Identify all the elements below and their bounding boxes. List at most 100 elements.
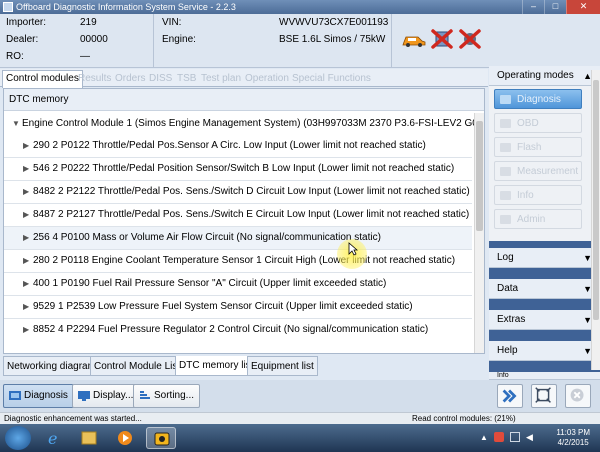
mode-label: Diagnosis [517,94,561,105]
display-button[interactable]: Display... [72,384,140,408]
mode-label: Admin [517,214,546,225]
dtc-text: 280 2 P0118 Engine Coolant Temperature S… [33,255,456,266]
mode-flash[interactable]: Flash [494,137,582,157]
tray-arrow-icon[interactable]: ▲ [480,433,488,442]
mode-label: Measurement [517,166,579,177]
file-explorer-icon[interactable] [74,427,104,449]
dtc-row[interactable]: ▶ 400 1 P0190 Fuel Rail Pressure Sensor "… [4,273,472,296]
dtc-row[interactable]: ▶ 256 4 P0100 Mass or Volume Air Flow Cir… [4,227,472,250]
minimize-button[interactable]: – [522,0,544,14]
dtc-text: 9529 1 P2539 Low Pressure Fuel System Se… [33,301,413,312]
forward-button[interactable] [497,384,523,408]
close-button[interactable]: ✕ [566,0,600,14]
operating-modes-header[interactable]: Operating modes ▲ [489,66,600,86]
expand-triangle-icon[interactable]: ▶ [23,135,33,157]
tab-tsb[interactable]: TSB [174,71,199,87]
diagnosis-mode-icon [500,95,511,104]
flash-icon [500,143,511,152]
tab-orders[interactable]: Orders [112,71,149,87]
fit-view-icon [535,387,551,403]
media-player-icon[interactable] [110,427,140,449]
dtc-row[interactable]: ▶ 8487 2 P2127 Throttle/Pedal Pos. Sens./… [4,204,472,227]
sorting-button[interactable]: Sorting... [133,384,201,408]
dealer-info-block: Importer: 219 Dealer: 00000 RO: — [0,14,154,68]
importer-label: Importer: [6,17,47,28]
tab-special-functions[interactable]: Special Functions [289,71,374,87]
dtc-row[interactable]: ▶ 9529 1 P2539 Low Pressure Fuel System S… [4,296,472,319]
info-section[interactable]: Info [489,372,600,380]
mode-label: OBD [517,118,539,129]
right-panel-scrollbar[interactable] [591,70,600,370]
diagnosis-button[interactable]: Diagnosis [3,384,74,408]
expand-triangle-icon[interactable]: ▶ [23,227,33,249]
diagnosis-label: Diagnosis [24,390,68,401]
status-progress-text: Read control modules: (21%) [412,414,516,423]
extras-section[interactable]: Extras ▼ [489,310,600,330]
expand-triangle-icon[interactable]: ▶ [23,250,33,272]
tab-diss[interactable]: DISS [146,71,175,87]
status-bar: Diagnostic enhancement was started... Re… [0,412,600,424]
expand-triangle-icon[interactable]: ▶ [23,158,33,180]
tab-networking-diagram[interactable]: Networking diagram [3,356,100,376]
scrollbar-thumb[interactable] [476,121,483,231]
expand-triangle-icon[interactable]: ▶ [23,273,33,295]
car-icon [402,36,426,47]
data-section[interactable]: Data ▼ [489,279,600,299]
importer-value: 219 [80,17,97,28]
module-row[interactable]: ▼ Engine Control Module 1 (Simos Engine M… [4,113,474,135]
dtc-scrollbar[interactable] [474,113,484,353]
tab-test-plan[interactable]: Test plan [198,71,244,87]
display-icon [78,391,90,401]
help-section[interactable]: Help ▼ [489,341,600,361]
main-tabs: Control modules Results Orders DISS TSB … [0,69,488,88]
log-section[interactable]: Log ▼ [489,248,600,268]
tab-control-module-list[interactable]: Control Module List [90,356,185,376]
dtc-row[interactable]: ▶ 8852 4 P2294 Fuel Pressure Regulator 2 … [4,319,472,342]
mode-label: Info [517,190,534,201]
mode-admin[interactable]: Admin [494,209,582,229]
info-icon [500,191,511,200]
scrollbar-thumb[interactable] [593,80,599,320]
admin-icon [500,215,511,224]
window-title: Offboard Diagnostic Information System S… [16,2,236,12]
odis-app-icon[interactable] [146,427,176,449]
internet-explorer-icon[interactable]: e [38,427,68,449]
clock-time: 11:03 PM [556,428,590,437]
mode-diagnosis[interactable]: Diagnosis [494,89,582,109]
tray-app-icon[interactable] [494,432,504,442]
mode-obd[interactable]: OBD [494,113,582,133]
dtc-row[interactable]: ▶ 280 2 P0118 Engine Coolant Temperature … [4,250,472,273]
tab-dtc-memory-list[interactable]: DTC memory list [175,356,258,376]
clock[interactable]: 11:03 PM 4/2/2015 [556,428,590,448]
volume-icon[interactable]: ◀ [526,432,533,443]
mode-info[interactable]: Info [494,185,582,205]
start-button[interactable] [5,426,31,450]
expand-triangle-icon[interactable]: ▶ [23,319,33,341]
section-label: Log [497,252,514,263]
network-icon[interactable] [510,432,520,442]
dtc-row[interactable]: ▶ 8482 2 P2122 Throttle/Pedal Pos. Sens./… [4,181,472,204]
engine-label: Engine: [162,34,196,45]
section-label: Help [497,345,518,356]
fit-view-button[interactable] [531,384,557,408]
expand-triangle-icon[interactable]: ▶ [23,204,33,226]
operating-modes-list: Diagnosis OBD Flash Measurement Info Adm… [489,86,600,241]
cancel-button[interactable] [565,384,591,408]
tab-control-modules[interactable]: Control modules [2,70,83,88]
expand-triangle-icon[interactable]: ▶ [23,296,33,318]
dtc-row[interactable]: ▶ 546 2 P0222 Throttle/Pedal Position Sen… [4,158,472,181]
dtc-text: 400 1 P0190 Fuel Rail Pressure Sensor "A… [33,278,387,289]
tab-results[interactable]: Results [75,71,114,87]
dealer-value: 00000 [80,34,108,45]
maximize-button[interactable]: □ [544,0,566,14]
diagnosis-icon [9,391,21,400]
tab-equipment-list[interactable]: Equipment list [247,356,318,376]
dtc-row[interactable]: ▶ 290 2 P0122 Throttle/Pedal Pos.Sensor A… [4,135,472,158]
mouse-pointer-icon [348,242,358,256]
mode-measurement[interactable]: Measurement [494,161,582,181]
right-panel: Operating modes ▲ Diagnosis OBD Flash Me… [489,66,600,380]
status-message: Diagnostic enhancement was started... [4,414,142,423]
collapse-triangle-icon[interactable]: ▼ [12,113,22,135]
tab-operation[interactable]: Operation [242,71,292,87]
expand-triangle-icon[interactable]: ▶ [23,181,33,203]
